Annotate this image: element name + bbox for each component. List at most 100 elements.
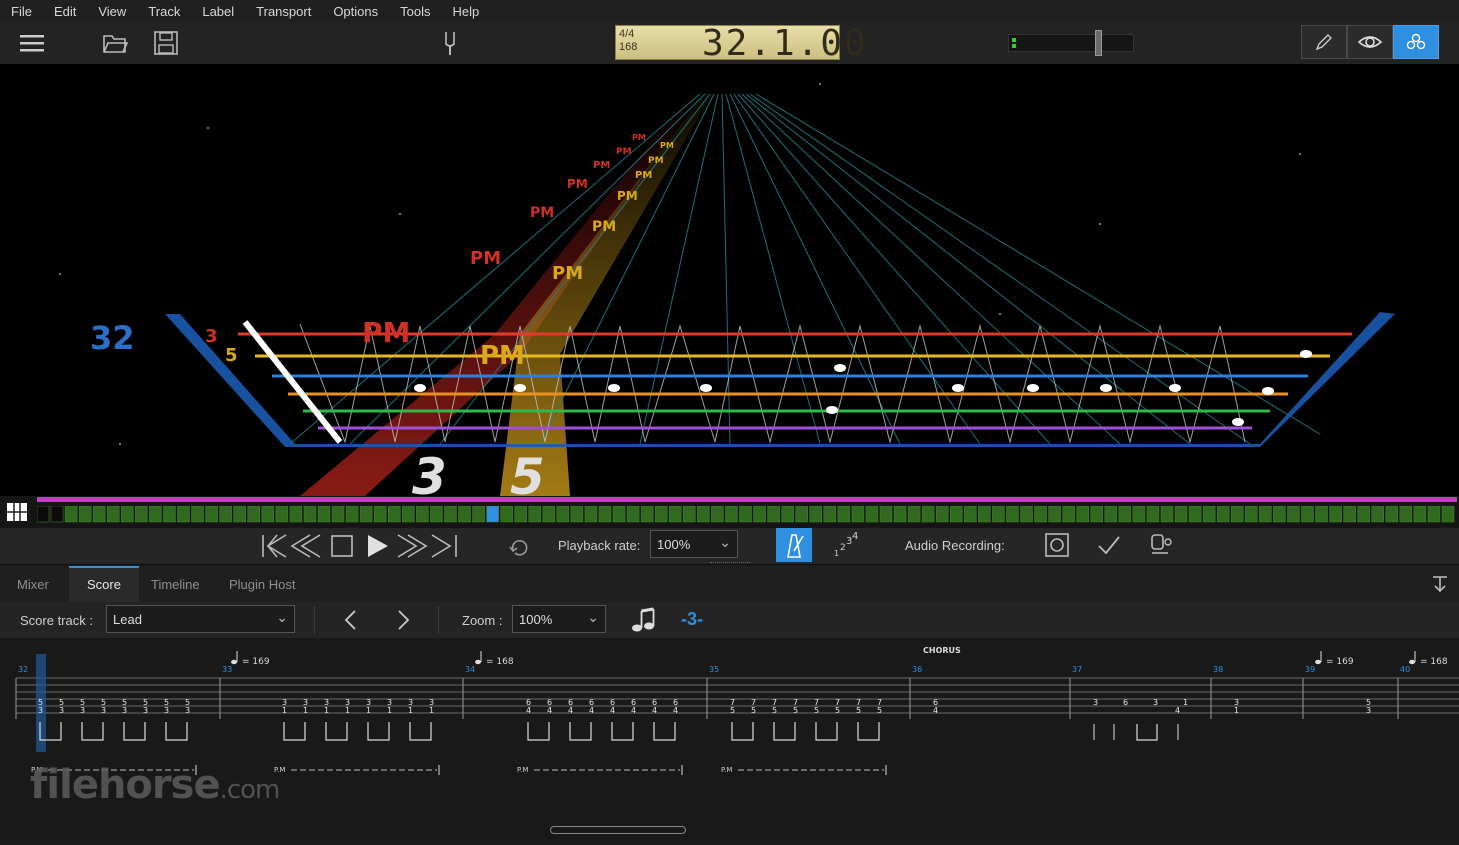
- stop-button[interactable]: [330, 532, 356, 560]
- measure-cells[interactable]: [37, 506, 1457, 524]
- measure-cell[interactable]: [1216, 506, 1230, 523]
- tab-timeline[interactable]: Timeline: [151, 566, 200, 602]
- measure-cell[interactable]: [1202, 506, 1216, 523]
- measure-cell[interactable]: [163, 506, 176, 523]
- measure-cell[interactable]: [640, 506, 654, 523]
- measure-cell[interactable]: [1371, 506, 1384, 523]
- measure-cell[interactable]: [964, 506, 977, 523]
- measure-cell[interactable]: [289, 506, 303, 523]
- measure-cell[interactable]: [851, 506, 865, 523]
- measure-cell[interactable]: [1315, 506, 1328, 523]
- tuning-fork-icon[interactable]: [437, 30, 463, 56]
- measure-cell[interactable]: [121, 506, 134, 523]
- skip-to-end-button[interactable]: [430, 532, 460, 560]
- measure-cell[interactable]: [191, 506, 204, 523]
- view-mode-button[interactable]: [1347, 25, 1393, 59]
- hamburger-menu-icon[interactable]: [19, 30, 45, 56]
- measure-cell[interactable]: [317, 506, 331, 523]
- measure-cell[interactable]: [416, 506, 429, 523]
- measure-cell[interactable]: [359, 506, 373, 523]
- fretboard-3d-view[interactable]: PM PM PM PM PM PM PM PM PM PM PM PM PM P…: [0, 64, 1459, 506]
- measure-cell[interactable]: [809, 506, 822, 523]
- count-in-button[interactable]: 1234: [832, 531, 860, 560]
- measure-cell[interactable]: [879, 506, 893, 523]
- measure-cell[interactable]: [1385, 506, 1399, 523]
- measure-cell[interactable]: [753, 506, 766, 523]
- measure-cell[interactable]: [725, 506, 738, 523]
- measure-cell[interactable]: [1118, 506, 1132, 523]
- measure-cell[interactable]: [626, 506, 640, 523]
- measure-cell[interactable]: [1132, 506, 1146, 523]
- measure-cell[interactable]: [992, 506, 1005, 523]
- measure-cell[interactable]: [1413, 506, 1427, 523]
- measure-cell[interactable]: [177, 506, 190, 523]
- measure-cell[interactable]: [950, 506, 963, 523]
- zoom-select[interactable]: 100% ⌄: [512, 605, 606, 633]
- panel-resize-handle[interactable]: [710, 562, 750, 566]
- score-track-select[interactable]: Lead ⌄: [106, 605, 295, 633]
- horizontal-scrollbar[interactable]: [550, 826, 686, 834]
- tab-mixer[interactable]: Mixer: [17, 566, 49, 602]
- measure-cell[interactable]: [50, 506, 64, 523]
- measure-cell[interactable]: [1104, 506, 1118, 523]
- measure-cell[interactable]: [135, 506, 148, 523]
- measure-cell[interactable]: [1006, 506, 1019, 523]
- measure-cell[interactable]: [1020, 506, 1033, 523]
- menu-view[interactable]: View: [87, 4, 137, 19]
- tab-plugin-host[interactable]: Plugin Host: [229, 566, 295, 602]
- instrument-view-button[interactable]: [1393, 25, 1439, 59]
- measure-cell[interactable]: [837, 506, 851, 523]
- measure-cell[interactable]: [247, 506, 260, 523]
- measure-cell[interactable]: [373, 506, 387, 523]
- measure-cell[interactable]: [233, 506, 246, 523]
- menu-file[interactable]: File: [0, 4, 43, 19]
- recording-settings-button[interactable]: [1148, 532, 1174, 558]
- measure-cell[interactable]: [1301, 506, 1314, 523]
- measure-cell[interactable]: [1245, 506, 1258, 523]
- measure-cell[interactable]: [542, 506, 556, 523]
- measure-cell[interactable]: [402, 506, 415, 523]
- measure-cell[interactable]: [64, 506, 78, 523]
- menu-help[interactable]: Help: [441, 4, 490, 19]
- measure-cell[interactable]: [444, 506, 457, 523]
- measure-cell[interactable]: [303, 506, 317, 523]
- grid-toggle-icon[interactable]: [6, 502, 28, 522]
- measure-cell[interactable]: [598, 506, 612, 523]
- measure-cell[interactable]: [331, 506, 345, 523]
- measure-cell[interactable]: [978, 506, 991, 523]
- measure-cell[interactable]: [584, 506, 598, 523]
- volume-slider-thumb[interactable]: [1095, 30, 1102, 56]
- measure-cell[interactable]: [458, 506, 471, 523]
- measure-cell[interactable]: [697, 506, 710, 523]
- measure-cell[interactable]: [500, 506, 513, 523]
- measure-cell[interactable]: [37, 506, 50, 523]
- measure-cell[interactable]: [486, 506, 499, 523]
- measure-cell[interactable]: [669, 506, 682, 523]
- accept-recording-button[interactable]: [1096, 532, 1122, 558]
- song-timeline-strip[interactable]: [0, 496, 1459, 528]
- measure-cell[interactable]: [1427, 506, 1441, 523]
- tab-score[interactable]: Score: [69, 566, 139, 602]
- playback-rate-select[interactable]: 100% ⌄: [650, 530, 738, 558]
- metronome-button[interactable]: [776, 528, 812, 562]
- measure-cell[interactable]: [795, 506, 808, 523]
- measure-cell[interactable]: [612, 506, 626, 523]
- measure-cell[interactable]: [472, 506, 485, 523]
- measure-cell[interactable]: [345, 506, 359, 523]
- measure-cell[interactable]: [92, 506, 106, 523]
- measure-cell[interactable]: [1174, 506, 1188, 523]
- measure-cell[interactable]: [907, 506, 921, 523]
- measure-cell[interactable]: [739, 506, 752, 523]
- record-button[interactable]: [1044, 532, 1070, 558]
- note-duration-button[interactable]: [630, 606, 656, 634]
- measure-cell[interactable]: [528, 506, 541, 523]
- measure-cell[interactable]: [1287, 506, 1300, 523]
- measure-cell[interactable]: [865, 506, 879, 523]
- menu-tools[interactable]: Tools: [389, 4, 441, 19]
- measure-cell[interactable]: [1062, 506, 1075, 523]
- menu-options[interactable]: Options: [322, 4, 389, 19]
- measure-cell[interactable]: [767, 506, 780, 523]
- measure-cell[interactable]: [1188, 506, 1202, 523]
- measure-cell[interactable]: [1399, 506, 1413, 523]
- measure-cell[interactable]: [556, 506, 570, 523]
